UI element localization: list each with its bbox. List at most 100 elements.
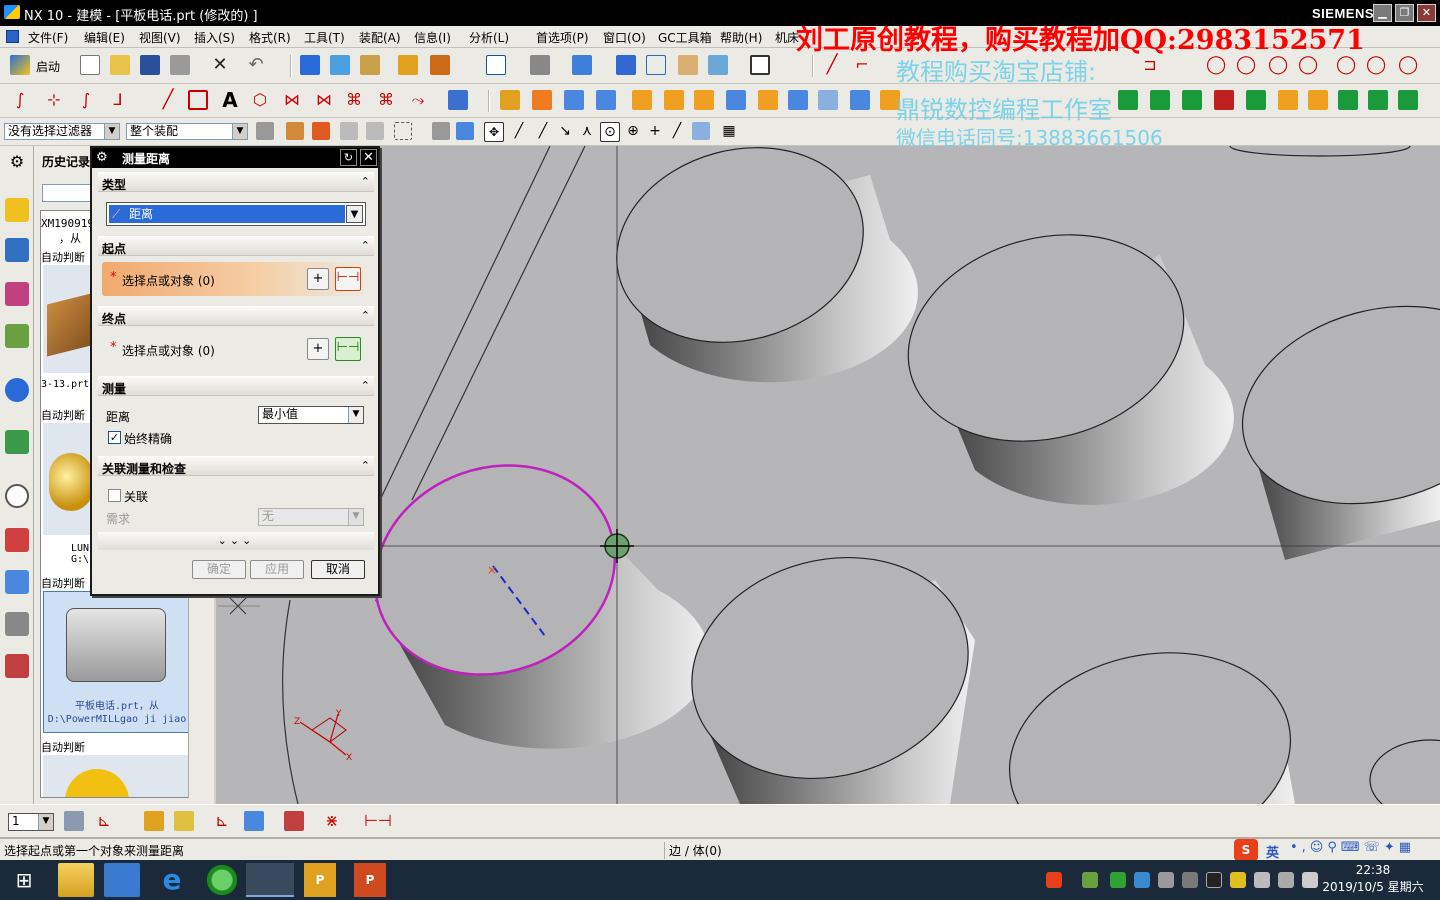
circle-icon[interactable]: ◯ <box>1336 55 1356 75</box>
tray-icon[interactable] <box>1182 872 1198 888</box>
always-accurate-checkbox[interactable]: ✓ <box>108 431 121 444</box>
sketch-icon[interactable] <box>330 55 350 75</box>
bracket-icon[interactable]: ⊐ <box>1140 55 1160 75</box>
gc-tool-icon[interactable] <box>1118 90 1138 110</box>
revolve-icon[interactable] <box>532 90 552 110</box>
powermill-icon[interactable]: P <box>304 863 336 897</box>
ime-language[interactable]: 英 <box>1266 842 1279 861</box>
mid-point-icon[interactable]: ╱ <box>534 122 552 140</box>
control-point-icon[interactable]: ↘ <box>556 122 574 140</box>
mirror-icon[interactable] <box>664 90 684 110</box>
measure-angle-icon[interactable]: ⋇ <box>322 811 342 831</box>
array-icon[interactable] <box>694 90 714 110</box>
gc-tool-icon[interactable] <box>1246 90 1266 110</box>
dialog-header[interactable]: ⚙ 测量距离 ↻ ✕ <box>92 148 378 168</box>
snap-point-icon[interactable] <box>286 122 304 140</box>
select-point-icon[interactable] <box>312 122 330 140</box>
circle-icon[interactable]: ◯ <box>1366 55 1386 75</box>
cut-icon[interactable]: ✕ <box>210 55 230 75</box>
join-icon[interactable]: ⤳ <box>408 90 428 110</box>
microphone-icon[interactable] <box>1254 872 1270 888</box>
ie-browser-icon[interactable]: e <box>154 863 190 897</box>
menu-help[interactable]: 帮助(H) <box>720 29 762 46</box>
save-icon[interactable] <box>140 55 160 75</box>
selection-scope-select[interactable]: 整个装配 ▼ <box>126 123 248 140</box>
store-icon[interactable] <box>104 863 140 897</box>
rectangle-select-icon[interactable] <box>394 122 412 140</box>
circle-icon[interactable]: ◯ <box>1206 55 1226 75</box>
arc-icon[interactable]: ◯ <box>1298 55 1318 75</box>
shaded-icon[interactable] <box>616 55 636 75</box>
trim-body-icon[interactable] <box>850 90 870 110</box>
manufacturing-wizard-icon[interactable] <box>5 612 29 636</box>
end-point-type-button[interactable]: ⊢⊣ <box>335 337 361 361</box>
start-label[interactable]: 启动 <box>36 58 60 75</box>
undo-icon[interactable]: ↶ <box>246 55 266 75</box>
ok-button[interactable]: 确定 <box>192 560 246 579</box>
fit-view-icon[interactable] <box>486 55 506 75</box>
more-options-toggle[interactable]: ⌄⌄⌄ <box>98 532 374 550</box>
powerpoint-icon[interactable]: P <box>354 863 386 897</box>
start-point-type-button[interactable]: ⊢⊣ <box>335 267 361 291</box>
view-cube-icon[interactable] <box>572 55 592 75</box>
wireframe-icon[interactable] <box>646 55 666 75</box>
restore-button[interactable]: ❐ <box>1395 4 1414 22</box>
part-navigator-icon[interactable] <box>5 282 29 306</box>
menu-machine[interactable]: 机床 <box>775 29 799 46</box>
cylinder-icon[interactable] <box>448 90 468 110</box>
open-folder-icon[interactable] <box>110 55 130 75</box>
intersect-icon[interactable]: ⌘ <box>376 90 396 110</box>
select-icon[interactable] <box>432 122 450 140</box>
chamfer-icon[interactable]: ⅃ <box>108 90 128 110</box>
subtract-icon[interactable] <box>596 90 616 110</box>
associative-checkbox[interactable] <box>108 489 121 502</box>
tray-icon[interactable] <box>1134 872 1150 888</box>
circle-icon[interactable]: ◯ <box>1236 55 1256 75</box>
hd3d-tools-icon[interactable] <box>5 378 29 402</box>
intersection-point-icon[interactable]: ⋏ <box>578 122 596 140</box>
chevron-down-icon[interactable]: ▼ <box>346 205 363 223</box>
history-thumbnail-selected[interactable]: 平板电话.prt，从 D:\PowerMILLgao ji jiao <box>43 591 191 733</box>
close-icon[interactable]: ✕ <box>360 149 377 166</box>
menu-insert[interactable]: 插入(S) <box>194 29 235 46</box>
menu-edit[interactable]: 编辑(E) <box>84 29 125 46</box>
gc-tool-icon[interactable] <box>1150 90 1170 110</box>
gc-tool-icon[interactable] <box>1398 90 1418 110</box>
cancel-button[interactable]: 取消 <box>311 560 365 579</box>
transform-icon[interactable] <box>174 811 194 831</box>
gc-tool-icon[interactable] <box>1368 90 1388 110</box>
snap-enable-icon[interactable]: ✥ <box>484 122 504 142</box>
offset-icon[interactable]: ⋈ <box>282 90 302 110</box>
sogou-tray-icon[interactable] <box>1046 872 1062 888</box>
move-object-icon[interactable] <box>144 811 164 831</box>
history-clock-icon[interactable] <box>5 484 29 508</box>
bridge-icon[interactable]: ⋈ <box>314 90 334 110</box>
extrude-icon[interactable] <box>300 55 320 75</box>
menu-window[interactable]: 窗口(O) <box>603 29 646 46</box>
section-start-header[interactable]: 起点 ⌃ <box>98 236 374 256</box>
select-body-icon[interactable] <box>456 122 474 140</box>
section-icon[interactable] <box>708 55 728 75</box>
windows-start-icon[interactable]: ⊞ <box>2 863 46 897</box>
process-studio-icon[interactable] <box>5 570 29 594</box>
type-select[interactable]: ⟋ 距离 ▼ <box>106 202 366 226</box>
gc-tool-icon[interactable] <box>1308 90 1328 110</box>
graphics-window[interactable]: × X Z Y <box>216 146 1440 804</box>
requirement-select[interactable]: 无 ▼ <box>258 508 364 526</box>
system-materials-icon[interactable] <box>5 528 29 552</box>
orient-wcs-icon[interactable]: ⊾ <box>212 811 232 831</box>
tray-icon[interactable] <box>1230 872 1246 888</box>
file-explorer-icon[interactable] <box>58 863 94 897</box>
existing-point-icon[interactable]: + <box>646 122 664 140</box>
sogou-ime-icon[interactable]: S <box>1234 839 1258 861</box>
gear-icon[interactable]: ⚙ <box>5 150 29 174</box>
point-on-curve-icon[interactable]: ╱ <box>668 122 686 140</box>
gc-tool-icon[interactable] <box>1278 90 1298 110</box>
menu-format[interactable]: 格式(R) <box>249 29 291 46</box>
save-wcs-icon[interactable] <box>284 811 304 831</box>
line-icon[interactable]: ╱ <box>822 55 842 75</box>
nx-taskbar-icon[interactable] <box>246 863 294 897</box>
datum-icon[interactable] <box>360 55 380 75</box>
apply-button[interactable]: 应用 <box>250 560 304 579</box>
tray-icon[interactable] <box>1110 872 1126 888</box>
